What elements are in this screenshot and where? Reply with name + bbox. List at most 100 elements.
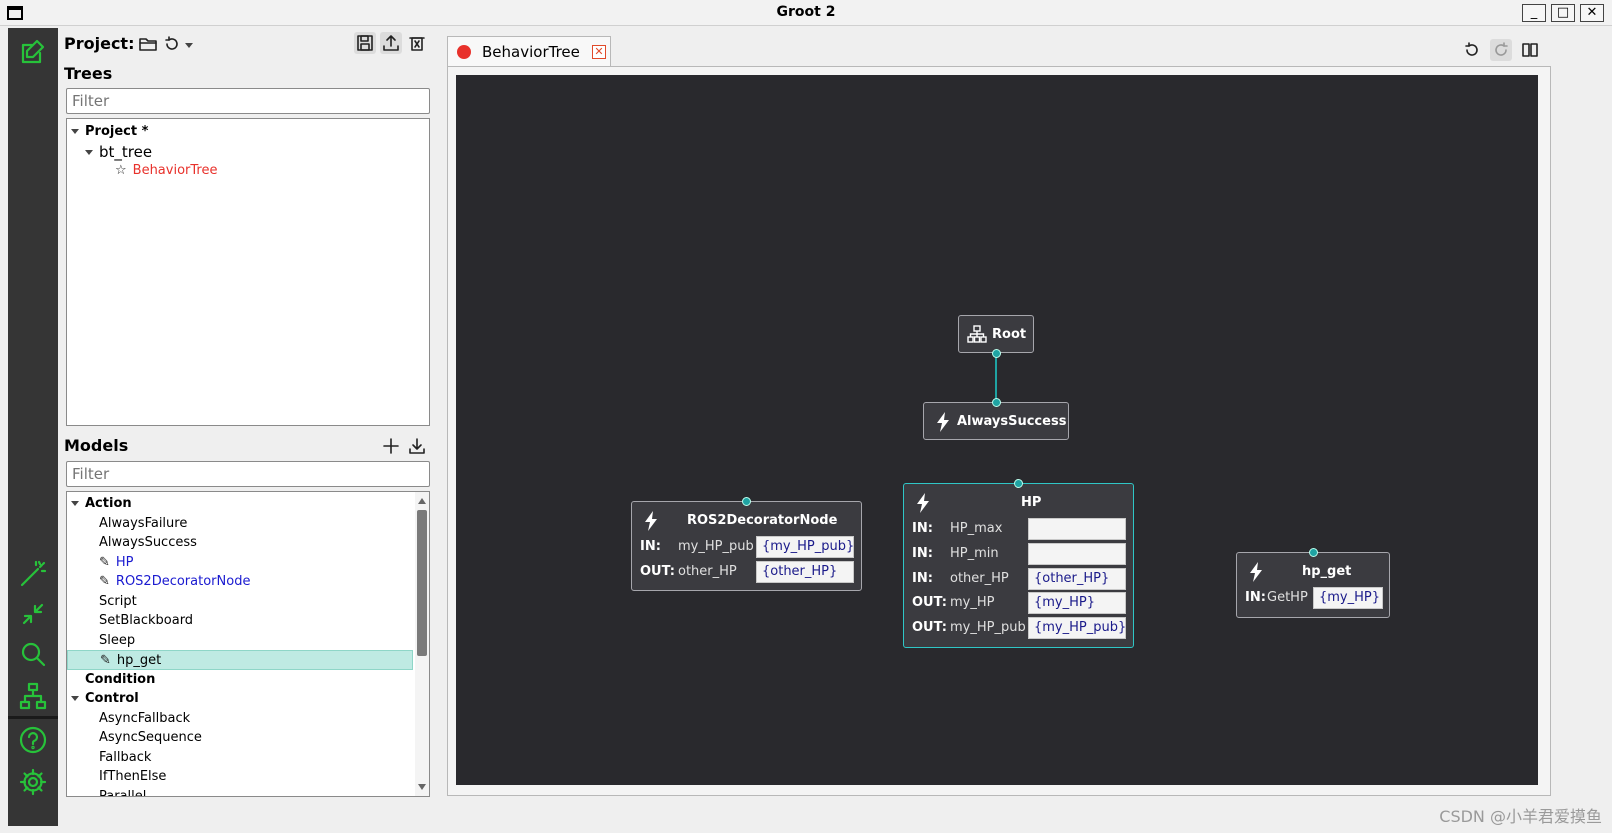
- model-group-control[interactable]: Control: [71, 689, 139, 709]
- input-port[interactable]: [742, 497, 751, 506]
- port-row: IN: my_HP_pub {my_HP_pub}: [640, 536, 855, 558]
- node-ros2decoratornode[interactable]: ROS2DecoratorNode IN: my_HP_pub {my_HP_p…: [631, 497, 862, 591]
- expand-caret-icon[interactable]: [71, 129, 79, 134]
- close-tab-button[interactable]: ✕: [592, 45, 606, 59]
- left-toolbar: [8, 28, 58, 826]
- port-row: OUT: my_HP {my_HP}: [912, 592, 1127, 614]
- input-port[interactable]: [1014, 479, 1023, 488]
- chevron-down-icon[interactable]: [185, 43, 193, 48]
- model-item-selected[interactable]: ✎ hp_get: [67, 650, 413, 670]
- tab-behaviortree[interactable]: BehaviorTree ✕: [447, 36, 611, 66]
- upload-icon: [383, 35, 399, 51]
- input-port[interactable]: [992, 398, 1001, 407]
- expand-caret-icon[interactable]: [71, 696, 79, 701]
- models-filter-input[interactable]: [66, 461, 430, 487]
- action-icon: [1249, 562, 1263, 582]
- model-item[interactable]: Fallback: [99, 748, 151, 768]
- pencil-icon: ✎: [99, 574, 110, 589]
- collapse-arrows-icon: [22, 603, 44, 625]
- undo-button[interactable]: [1461, 39, 1483, 61]
- scroll-down-icon[interactable]: [418, 784, 426, 790]
- project-label: Project:: [64, 34, 135, 53]
- model-group-condition[interactable]: Condition: [85, 670, 155, 690]
- output-port[interactable]: [992, 349, 1001, 358]
- graph-canvas[interactable]: Root AlwaysSuccess ROS2DecoratorNode IN:…: [456, 75, 1538, 785]
- model-group-action[interactable]: Action: [71, 494, 132, 514]
- window-title: Groot 2: [776, 4, 836, 20]
- zoom-fit-button[interactable]: [8, 594, 58, 634]
- canvas-frame: Root AlwaysSuccess ROS2DecoratorNode IN:…: [447, 66, 1551, 796]
- input-port[interactable]: [1309, 548, 1318, 557]
- edit-icon: [21, 39, 45, 64]
- model-item[interactable]: Parallel: [99, 787, 146, 796]
- add-model-button[interactable]: [380, 435, 402, 457]
- gear-icon: [19, 768, 47, 796]
- redo-icon: [1495, 42, 1508, 56]
- models-scrollbar[interactable]: [415, 492, 429, 796]
- model-item[interactable]: SetBlackboard: [99, 611, 193, 631]
- star-icon: ☆: [115, 163, 127, 178]
- model-item[interactable]: IfThenElse: [99, 767, 166, 787]
- port-value-field[interactable]: {other_HP}: [1028, 568, 1126, 590]
- tree-row-behaviortree[interactable]: ☆ BehaviorTree: [115, 161, 217, 181]
- clear-project-button[interactable]: [406, 32, 428, 54]
- editor-mode-button[interactable]: [8, 32, 58, 72]
- model-item-custom[interactable]: ✎ ROS2DecoratorNode: [99, 572, 250, 592]
- redo-button[interactable]: [1490, 39, 1512, 61]
- expand-caret-icon[interactable]: [85, 150, 93, 155]
- node-title: hp_get: [1302, 564, 1352, 579]
- side-panel: Project: Trees Project * bt_tree ☆Behavi…: [58, 28, 436, 826]
- expand-caret-icon[interactable]: [71, 501, 79, 506]
- save-project-button[interactable]: [354, 32, 376, 54]
- port-value-field[interactable]: [1028, 518, 1126, 540]
- model-item[interactable]: AsyncSequence: [99, 728, 202, 748]
- recent-projects-button[interactable]: [161, 33, 183, 55]
- tab-label: BehaviorTree: [482, 43, 580, 61]
- model-item-custom[interactable]: ✎ HP: [99, 553, 134, 573]
- model-item[interactable]: AlwaysFailure: [99, 514, 187, 534]
- port-value-field[interactable]: [1028, 543, 1126, 565]
- model-item[interactable]: AsyncFallback: [99, 709, 190, 729]
- model-item[interactable]: AlwaysSuccess: [99, 533, 197, 553]
- pencil-icon: ✎: [100, 653, 111, 668]
- minimize-button[interactable]: _: [1522, 4, 1546, 22]
- tree-layout-button[interactable]: [8, 676, 58, 716]
- delete-icon: [409, 37, 425, 51]
- undo-icon: [1465, 42, 1478, 56]
- node-alwayssuccess[interactable]: AlwaysSuccess: [923, 398, 1069, 440]
- tree-row-file[interactable]: bt_tree: [85, 142, 152, 162]
- port-value-field[interactable]: {other_HP}: [756, 561, 854, 583]
- tree-row-project[interactable]: Project *: [71, 122, 148, 142]
- node-hp-get[interactable]: hp_get IN: GetHP {my_HP}: [1236, 548, 1390, 618]
- settings-button[interactable]: [8, 762, 58, 802]
- import-models-button[interactable]: [406, 435, 428, 457]
- auto-arrange-button[interactable]: [8, 554, 58, 594]
- search-button[interactable]: [8, 634, 58, 674]
- node-hp[interactable]: HP IN: HP_max IN: HP_min IN: other_HP {o…: [903, 479, 1134, 648]
- scroll-up-icon[interactable]: [418, 498, 426, 504]
- close-window-button[interactable]: ✕: [1580, 4, 1604, 22]
- trees-filter-input[interactable]: [66, 88, 430, 114]
- model-item[interactable]: Sleep: [99, 631, 135, 651]
- node-title: Root: [992, 327, 1027, 342]
- maximize-button[interactable]: □: [1551, 4, 1575, 22]
- scrollbar-thumb[interactable]: [417, 510, 427, 656]
- node-title: AlwaysSuccess: [957, 414, 1067, 429]
- port-row: IN: other_HP {other_HP}: [912, 568, 1127, 590]
- port-value-field[interactable]: {my_HP}: [1313, 587, 1383, 609]
- node-root[interactable]: Root: [958, 315, 1034, 358]
- help-button[interactable]: [8, 720, 58, 760]
- port-row: OUT: my_HP_pub {my_HP_pub}: [912, 617, 1127, 639]
- window-titlebar: Groot 2 _ □ ✕: [0, 0, 1612, 26]
- tree-layout-icon: [19, 682, 47, 710]
- model-item[interactable]: Script: [99, 592, 137, 612]
- port-value-field[interactable]: {my_HP_pub}: [1028, 617, 1126, 639]
- action-icon: [644, 511, 658, 531]
- port-value-field[interactable]: {my_HP}: [1028, 592, 1126, 614]
- split-view-button[interactable]: [1519, 39, 1541, 61]
- port-value-field[interactable]: {my_HP_pub}: [756, 536, 854, 558]
- export-button[interactable]: [380, 32, 402, 54]
- help-icon: [19, 726, 47, 754]
- search-icon: [21, 642, 46, 667]
- open-project-button[interactable]: [137, 33, 159, 55]
